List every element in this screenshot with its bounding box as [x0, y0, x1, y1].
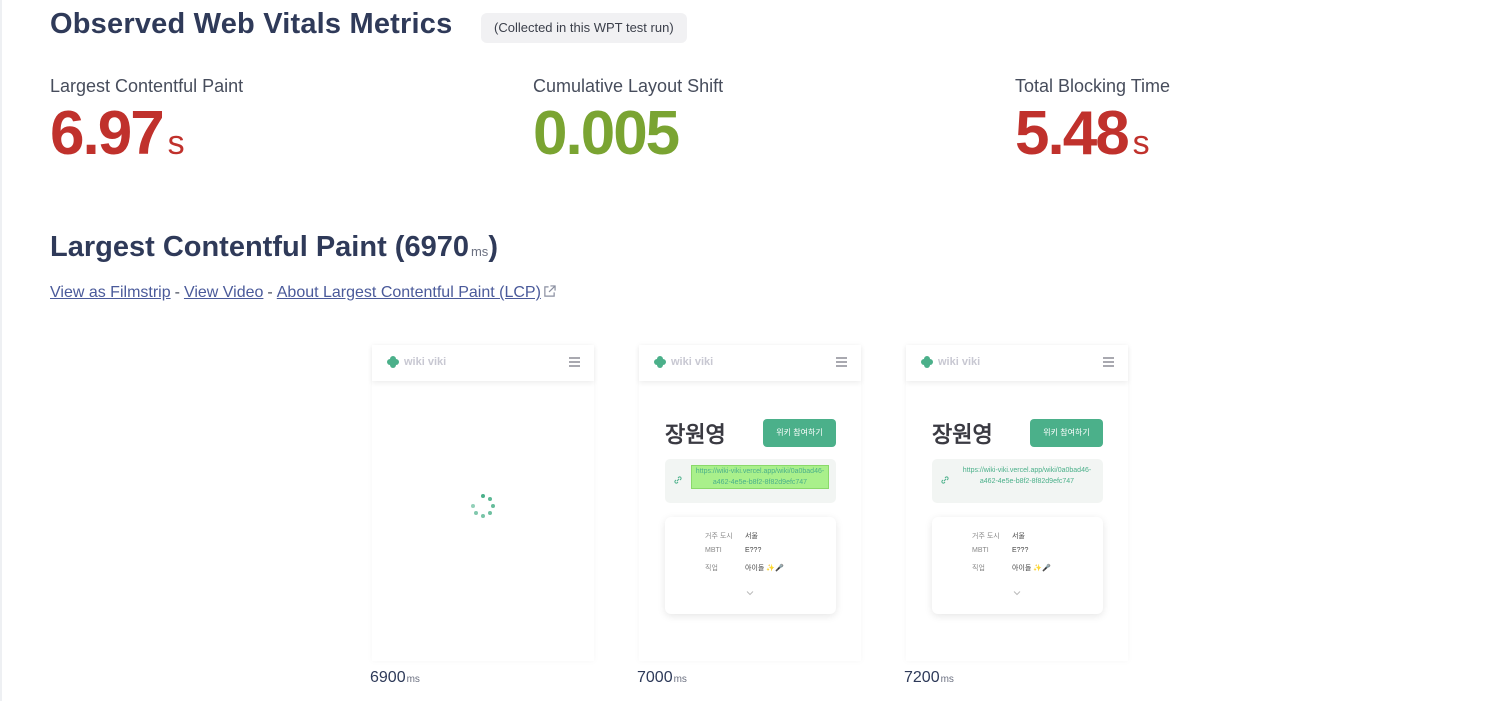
link-icon — [674, 476, 682, 484]
preview-info-card: 거주 도시 서울 MBTI E??? 직업 아이돌 ✨🎤 — [932, 517, 1103, 614]
metric-value: 6.97 s — [50, 99, 185, 168]
preview-url-box: https://wiki-viki.vercel.app/wiki/0a0bad… — [665, 459, 836, 503]
lcp-section-title: Largest Contentful Paint (6970 ms) — [50, 231, 498, 263]
preview-url: https://wiki-viki.vercel.app/wiki/0a0bad… — [962, 467, 1092, 485]
preview-brand: wiki viki — [938, 356, 981, 368]
collected-badge: (Collected in this WPT test run) — [481, 13, 687, 43]
frame-timestamp: 7200ms — [904, 669, 954, 686]
view-filmstrip-link[interactable]: View as Filmstrip — [50, 284, 171, 301]
lcp-element-highlight: https://wiki-viki.vercel.app/wiki/0a0bad… — [691, 465, 829, 489]
view-video-link[interactable]: View Video — [184, 284, 263, 301]
metric-value: 5.48 s — [1015, 99, 1150, 168]
preview-name: 장원영 — [665, 422, 726, 447]
frame-timestamp: 7000ms — [637, 669, 687, 686]
preview-join-button: 위키 참여하기 — [1030, 419, 1103, 447]
preview-brand: wiki viki — [671, 356, 714, 368]
preview-header: wiki viki — [372, 345, 594, 381]
menu-icon — [836, 357, 847, 369]
menu-icon — [1103, 357, 1114, 369]
menu-icon — [569, 357, 580, 369]
external-link-icon — [544, 285, 556, 297]
clover-logo-icon — [654, 356, 666, 368]
preview-name: 장원영 — [932, 422, 993, 447]
metric-lcp: Largest Contentful Paint 6.97 s — [50, 76, 243, 178]
page-title: Observed Web Vitals Metrics — [50, 8, 453, 40]
preview-header: wiki viki — [639, 345, 861, 381]
chevron-down-icon — [746, 591, 754, 596]
metric-label: Cumulative Layout Shift — [533, 76, 724, 96]
preview-url-box: https://wiki-viki.vercel.app/wiki/0a0bad… — [932, 459, 1103, 503]
filmstrip-frame-2[interactable]: wiki viki 장원영 위키 참여하기 https://wiki-viki.… — [637, 343, 863, 663]
metric-label: Total Blocking Time — [1015, 76, 1171, 96]
preview-join-button: 위키 참여하기 — [763, 419, 836, 447]
lcp-links: View as Filmstrip - View Video - About Large… — [50, 284, 556, 302]
filmstrip-frame-3[interactable]: wiki viki 장원영 위키 참여하기 https://wiki-viki.… — [904, 343, 1130, 663]
link-icon — [941, 476, 949, 484]
preview-brand: wiki viki — [404, 356, 447, 368]
preview-header: wiki viki — [906, 345, 1128, 381]
filmstrip-frame-1[interactable]: wiki viki — [370, 343, 596, 663]
chevron-down-icon — [1013, 591, 1021, 596]
metric-cls: Cumulative Layout Shift 0.005 — [533, 76, 723, 178]
preview-info-card: 거주 도시 서울 MBTI E??? 직업 아이돌 ✨🎤 — [665, 517, 836, 614]
metric-label: Largest Contentful Paint — [50, 76, 244, 96]
clover-logo-icon — [387, 356, 399, 368]
metric-tbt: Total Blocking Time 5.48 s — [1015, 76, 1170, 178]
frame-timestamp: 6900ms — [370, 669, 420, 686]
loading-spinner-icon — [471, 494, 495, 518]
about-lcp-link[interactable]: About Largest Contentful Paint (LCP) — [277, 284, 541, 301]
left-divider — [0, 0, 2, 701]
clover-logo-icon — [921, 356, 933, 368]
metric-value: 0.005 — [533, 99, 680, 168]
